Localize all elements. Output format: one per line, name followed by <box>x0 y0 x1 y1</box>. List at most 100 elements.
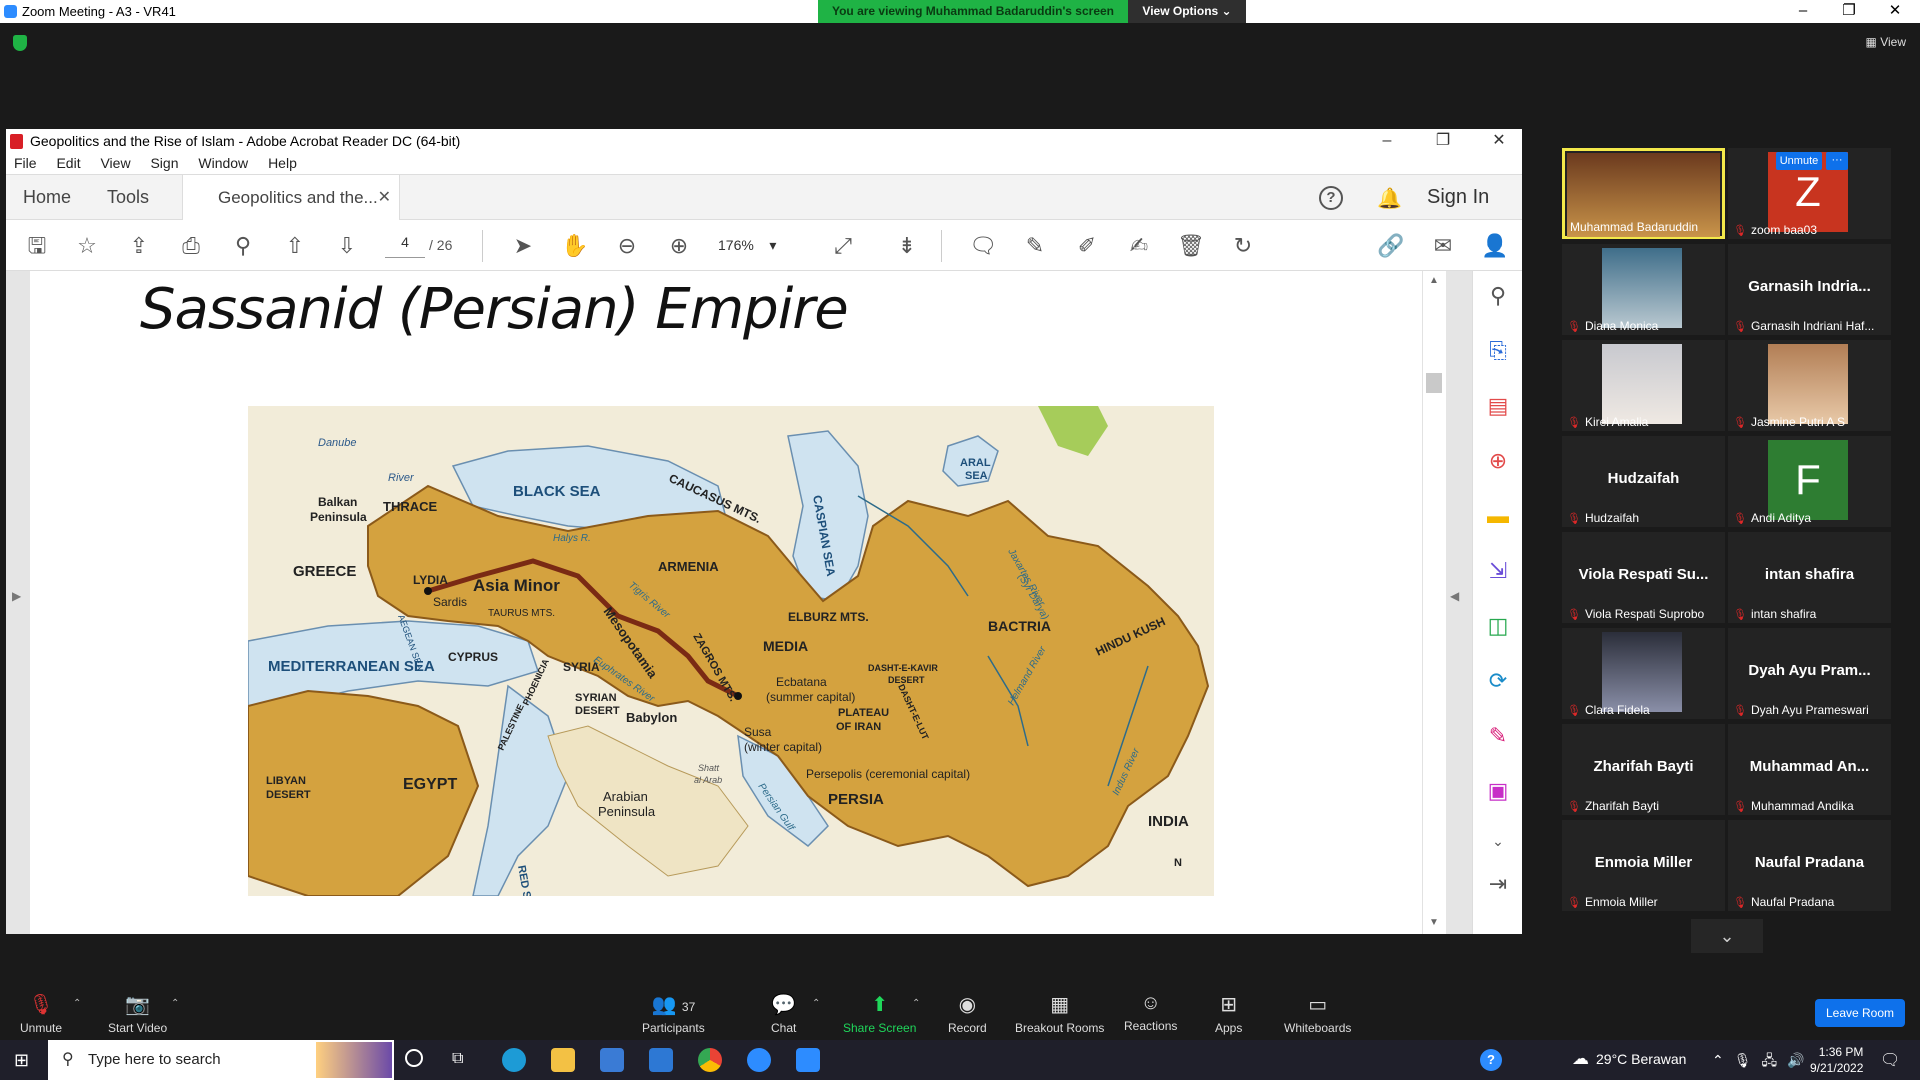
breakout-rooms-button[interactable]: ▦ Breakout Rooms <box>1015 992 1104 1035</box>
edit-pdf-icon[interactable]: ▣ <box>1483 776 1513 806</box>
menu-edit[interactable]: Edit <box>56 155 80 171</box>
unmute-badge[interactable]: Unmute <box>1776 152 1822 170</box>
view-options-button[interactable]: View Options ⌄ <box>1128 0 1246 23</box>
participant-tile[interactable]: 🎙 Kirei Amalia <box>1562 340 1725 431</box>
zoom-out-icon[interactable]: ⊖ <box>612 232 642 260</box>
menu-help[interactable]: Help <box>268 155 297 171</box>
minimize-icon[interactable]: – <box>1780 0 1826 23</box>
participant-tile[interactable]: Naufal Pradana 🎙 Naufal Pradana <box>1728 820 1891 911</box>
highlight-pen-icon[interactable]: ✎ <box>1020 232 1050 260</box>
clock[interactable]: 1:36 PM 9/21/2022 <box>1810 1044 1863 1076</box>
view-button[interactable]: ▦ View <box>1866 35 1906 49</box>
page-down-icon[interactable]: ⇩ <box>332 232 362 260</box>
zoom-level-select[interactable]: 176% ▾ <box>718 237 776 254</box>
account-icon[interactable]: 👤 <box>1480 232 1510 260</box>
hand-tool-icon[interactable]: ✋ <box>560 232 590 260</box>
encryption-shield-icon[interactable] <box>13 35 27 51</box>
acrobat-restore-icon[interactable]: ❐ <box>1420 129 1466 153</box>
scroll-mode-icon[interactable]: ⇟ <box>892 232 922 260</box>
convert-icon[interactable]: ⟳ <box>1483 666 1513 696</box>
bell-icon[interactable]: 🔔 <box>1377 186 1402 211</box>
participant-tile[interactable]: Muhammad An... 🎙 Muhammad Andika <box>1728 724 1891 815</box>
notifications-icon[interactable]: 🗨 <box>1880 1050 1900 1070</box>
tab-document[interactable]: Geopolitics and the... ✕ <box>182 175 400 221</box>
draw-icon[interactable]: ✐ <box>1072 232 1102 260</box>
zoom-search-icon[interactable]: ⚲ <box>228 232 258 260</box>
collapse-pane-icon[interactable]: ⇥ <box>1483 869 1513 899</box>
zoom-in-icon[interactable]: ⊕ <box>664 232 694 260</box>
weather-text[interactable]: 29°C Berawan <box>1596 1051 1686 1067</box>
participant-tile[interactable]: 🎙 Jasmine Putri A S <box>1728 340 1891 431</box>
participant-tile[interactable]: 🎙 Diana Monica <box>1562 244 1725 335</box>
restore-icon[interactable]: ❐ <box>1826 0 1872 23</box>
vertical-scrollbar[interactable]: ▲ ▼ <box>1422 271 1446 934</box>
fit-page-icon[interactable]: ⤢ <box>828 232 858 260</box>
fill-sign-tool-icon[interactable]: ✎ <box>1483 721 1513 751</box>
rotate-icon[interactable]: ↻ <box>1228 232 1258 260</box>
taskbar-search-box[interactable]: ⚲ Type here to search <box>48 1040 394 1080</box>
sign-in-button[interactable]: Sign In <box>1427 186 1489 209</box>
right-pane-toggle-icon[interactable]: ◀ <box>1450 589 1459 603</box>
comment-tool-icon[interactable]: ▬ <box>1483 501 1513 531</box>
fill-sign-icon[interactable]: ✍ <box>1124 232 1154 260</box>
tab-tools[interactable]: Tools <box>107 187 149 208</box>
left-pane-toggle-icon[interactable]: ▶ <box>12 589 21 603</box>
create-pdf-icon[interactable]: ⊕ <box>1483 446 1513 476</box>
upload-icon[interactable]: ⇪ <box>124 232 154 260</box>
reactions-button[interactable]: ☺ Reactions <box>1124 992 1177 1033</box>
start-video-button[interactable]: 📷 Start Video <box>108 992 167 1035</box>
participants-button[interactable]: 👥 37 Participants <box>642 992 705 1035</box>
teamviewer-icon[interactable] <box>747 1048 771 1072</box>
edge-icon[interactable] <box>502 1048 526 1072</box>
acrobat-close-icon[interactable]: ✕ <box>1476 129 1522 153</box>
unmute-button[interactable]: 🎙 Unmute <box>20 992 62 1035</box>
leave-room-button[interactable]: Leave Room <box>1815 999 1905 1027</box>
participant-tile[interactable]: Z 🎙 zoom baa03 Unmute ··· <box>1728 148 1891 239</box>
tab-home[interactable]: Home <box>23 187 71 208</box>
close-icon[interactable]: ✕ <box>1872 0 1918 23</box>
participant-tile[interactable]: Hudzaifah 🎙 Hudzaifah <box>1562 436 1725 527</box>
search-zoom-icon[interactable]: ⚲ <box>1483 281 1513 311</box>
video-options-chevron-icon[interactable]: ⌃ <box>171 998 179 1009</box>
participant-tile[interactable]: Garnasih Indria... 🎙 Garnasih Indriani Haf… <box>1728 244 1891 335</box>
gallery-next-page-icon[interactable]: ⌄ <box>1691 919 1763 953</box>
export-pdf-icon[interactable]: ⎘ <box>1483 336 1513 366</box>
audio-options-chevron-icon[interactable]: ⌃ <box>73 998 81 1009</box>
help-tray-icon[interactable]: ? <box>1480 1049 1502 1071</box>
mail-icon[interactable] <box>649 1048 673 1072</box>
menu-view[interactable]: View <box>100 155 130 171</box>
task-view-icon[interactable]: ⧉ <box>452 1050 463 1068</box>
more-tools-chevron-icon[interactable]: ⌄ <box>1483 826 1513 856</box>
zoom-taskbar-icon[interactable] <box>796 1048 820 1072</box>
participant-tile[interactable]: intan shafira 🎙 intan shafira <box>1728 532 1891 623</box>
page-number-input[interactable]: 4 <box>385 234 425 258</box>
comment-icon[interactable]: 🗨 <box>968 232 998 260</box>
cortana-icon[interactable] <box>405 1049 423 1067</box>
menu-file[interactable]: File <box>14 155 37 171</box>
delete-icon[interactable]: 🗑 <box>1176 232 1206 260</box>
menu-sign[interactable]: Sign <box>150 155 178 171</box>
tray-icons[interactable]: ⌃🎙🖧🔊 <box>1712 1050 1815 1074</box>
chat-button[interactable]: 💬 Chat <box>771 992 796 1035</box>
chat-options-chevron-icon[interactable]: ⌃ <box>812 998 820 1009</box>
participant-tile[interactable]: Viola Respati Su... 🎙 Viola Respati Suprob… <box>1562 532 1725 623</box>
participant-tile[interactable]: 🎙 Clara Fidela <box>1562 628 1725 719</box>
help-icon[interactable]: ? <box>1319 186 1343 210</box>
combine-files-icon[interactable]: ⇲ <box>1483 556 1513 586</box>
participant-tile[interactable]: Enmoia Miller 🎙 Enmoia Miller <box>1562 820 1725 911</box>
more-options-icon[interactable]: ··· <box>1826 152 1848 170</box>
windows-start-icon[interactable]: ⊞ <box>14 1050 29 1071</box>
menu-window[interactable]: Window <box>198 155 248 171</box>
compress-pdf-icon[interactable]: ◫ <box>1483 611 1513 641</box>
bookmark-star-icon[interactable]: ☆ <box>72 232 102 260</box>
participant-tile[interactable]: Zharifah Bayti 🎙 Zharifah Bayti <box>1562 724 1725 815</box>
participant-tile[interactable]: Muhammad Badaruddin <box>1562 148 1725 239</box>
select-arrow-icon[interactable]: ➤ <box>508 232 538 260</box>
apps-button[interactable]: ⊞ Apps <box>1215 992 1242 1035</box>
save-icon[interactable]: 🖫 <box>22 232 52 260</box>
store-icon[interactable] <box>600 1048 624 1072</box>
share-options-chevron-icon[interactable]: ⌃ <box>912 998 920 1009</box>
participant-tile[interactable]: Dyah Ayu Pram... 🎙 Dyah Ayu Prameswari <box>1728 628 1891 719</box>
share-screen-button[interactable]: ⬆ Share Screen <box>843 992 916 1035</box>
print-icon[interactable]: ⎙ <box>176 232 206 260</box>
